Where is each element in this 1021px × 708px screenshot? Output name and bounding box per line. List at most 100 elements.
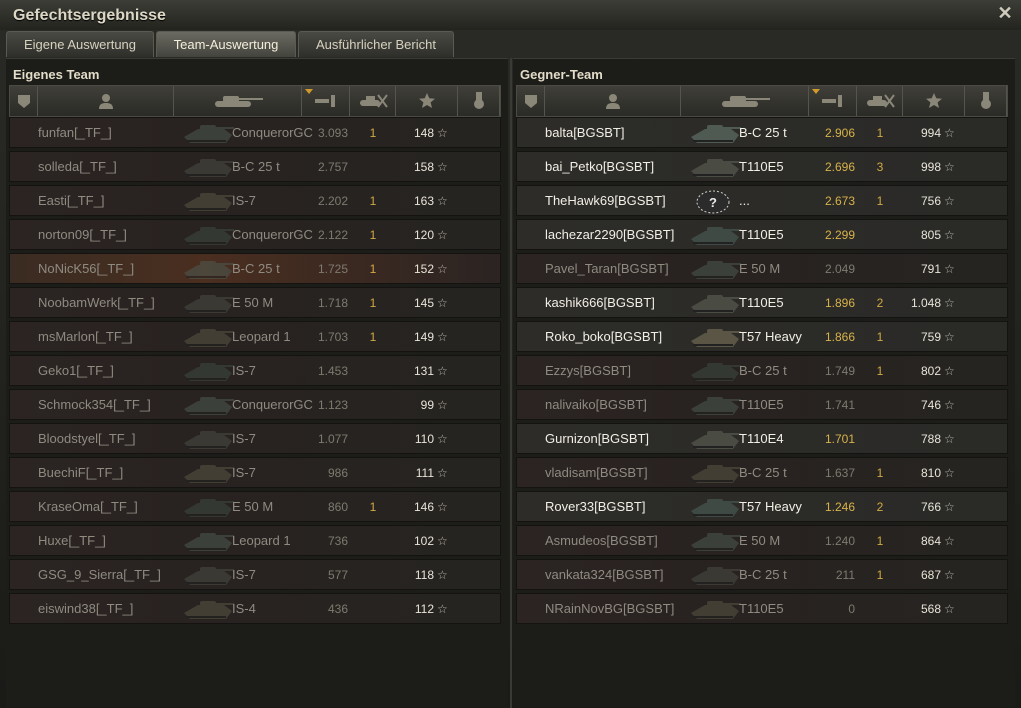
rating-value: 0 (848, 602, 855, 616)
tab-team-auswertung[interactable]: Team-Auswertung (156, 31, 296, 57)
column-header-medal[interactable] (965, 86, 1007, 116)
player-name: Pavel_Taran[BGSBT] (545, 261, 669, 276)
player-row[interactable]: eiswind38[_TF_] IS-4 436 112 ☆ (9, 593, 501, 624)
column-header-xp-star[interactable] (396, 86, 458, 116)
rating-value: 986 (327, 466, 348, 480)
player-row[interactable]: Asmudeos[BGSBT] E 50 M 1.240 1 864 ☆ (516, 525, 1008, 556)
column-header-medal[interactable] (458, 86, 500, 116)
player-row[interactable]: BuechiF[_TF_] IS-7 986 111 ☆ (9, 457, 501, 488)
player-name: NoobamWerk[_TF_] (38, 295, 155, 310)
player-row[interactable]: Gurnizon[BGSBT] T110E4 1.701 788 ☆ (516, 423, 1008, 454)
player-row[interactable]: vankata324[BGSBT] B-C 25 t 211 1 687 ☆ (516, 559, 1008, 590)
tab-ausfuehrlicher-bericht[interactable]: Ausführlicher Bericht (298, 31, 454, 57)
player-row[interactable]: TheHawk69[BGSBT]?... 2.673 1 756 ☆ (516, 185, 1008, 216)
player-row[interactable]: vladisam[BGSBT] B-C 25 t 1.637 1 810 ☆ (516, 457, 1008, 488)
player-row[interactable]: Pavel_Taran[BGSBT] E 50 M 2.049 791 ☆ (516, 253, 1008, 284)
player-row[interactable]: NRainNovBG[BGSBT] T110E5 0 568 ☆ (516, 593, 1008, 624)
player-row[interactable]: Rover33[BGSBT] T57 Heavy 1.246 2 766 ☆ (516, 491, 1008, 522)
column-header-tank[interactable] (174, 86, 302, 116)
player-row[interactable]: balta[BGSBT] B-C 25 t 2.906 1 994 ☆ (516, 117, 1008, 148)
player-row[interactable]: bai_Petko[BGSBT] T110E5 2.696 3 998 ☆ (516, 151, 1008, 182)
vehicle-name: T110E5 (739, 227, 784, 242)
player-row[interactable]: KraseOma[_TF_] E 50 M 860 1 146 ☆ (9, 491, 501, 522)
player-row[interactable]: msMarlon[_TF_] Leopard 1 1.703 1 149 ☆ (9, 321, 501, 352)
kills-value: 3 (876, 160, 884, 174)
tank-thumbnail-icon (685, 595, 743, 623)
column-header-player[interactable] (545, 86, 681, 116)
tank-thumbnail-icon (178, 561, 236, 589)
xp-star-icon: ☆ (944, 194, 955, 208)
rating-value: 2.673 (824, 194, 855, 208)
player-name: Easti[_TF_] (38, 193, 105, 208)
close-icon[interactable]: ✕ (996, 4, 1014, 22)
player-row[interactable]: kashik666[BGSBT] T110E5 1.896 2 1.048 ☆ (516, 287, 1008, 318)
column-header-squad[interactable] (10, 86, 38, 116)
player-row[interactable]: Ezzys[BGSBT] B-C 25 t 1.749 1 802 ☆ (516, 355, 1008, 386)
column-header-xp-star[interactable] (903, 86, 965, 116)
player-row[interactable]: norton09[_TF_] ConquerorGC 2.122 1 120 ☆ (9, 219, 501, 250)
kills-value: 2 (876, 296, 884, 310)
player-row[interactable]: lachezar2290[BGSBT] T110E5 2.299 805 ☆ (516, 219, 1008, 250)
player-name: nalivaiko[BGSBT] (545, 397, 647, 412)
tank-thumbnail-icon (178, 323, 236, 351)
player-row[interactable]: Bloodstyel[_TF_] IS-7 1.077 110 ☆ (9, 423, 501, 454)
player-name: NoNicK56[_TF_] (38, 261, 135, 276)
xp-value: 149 (413, 330, 434, 344)
vehicle-name: Leopard 1 (232, 533, 291, 548)
player-row[interactable]: funfan[_TF_] ConquerorGC 3.093 1 148 ☆ (9, 117, 501, 148)
player-row[interactable]: GSG_9_Sierra[_TF_] IS-7 577 118 ☆ (9, 559, 501, 590)
xp-star-icon: ☆ (944, 296, 955, 310)
rating-value: 2.299 (824, 228, 855, 242)
player-row[interactable]: nalivaiko[BGSBT] T110E5 1.741 746 ☆ (516, 389, 1008, 420)
column-header-player[interactable] (38, 86, 174, 116)
kills-value: 1 (369, 296, 377, 310)
column-header-kills[interactable] (857, 86, 903, 116)
vehicle-name: IS-7 (232, 567, 256, 582)
xp-star-icon: ☆ (437, 398, 448, 412)
column-header-kills[interactable] (350, 86, 396, 116)
unknown-tank-icon: ? (685, 187, 743, 215)
kills-value: 1 (876, 364, 884, 378)
tank-thumbnail-icon (685, 255, 743, 283)
xp-star-icon: ☆ (437, 126, 448, 140)
sort-desc-icon (305, 89, 313, 94)
player-name: solleda[_TF_] (38, 159, 117, 174)
player-row[interactable]: Roko_boko[BGSBT] T57 Heavy 1.866 1 759 ☆ (516, 321, 1008, 352)
xp-star-icon: ☆ (944, 534, 955, 548)
kills-value: 1 (369, 330, 377, 344)
kills-value: 1 (369, 228, 377, 242)
column-header-tank[interactable] (681, 86, 809, 116)
xp-value: 163 (413, 194, 434, 208)
rating-value: 1.701 (824, 432, 855, 446)
vehicle-name: ... (739, 193, 750, 208)
player-row[interactable]: solleda[_TF_] B-C 25 t 2.757 158 ☆ (9, 151, 501, 182)
xp-value: 994 (920, 126, 941, 140)
player-row[interactable]: Easti[_TF_] IS-7 2.202 1 163 ☆ (9, 185, 501, 216)
player-row[interactable]: Schmock354[_TF_] ConquerorGC 1.123 99 ☆ (9, 389, 501, 420)
player-row[interactable]: NoNicK56[_TF_] B-C 25 t 1.725 1 152 ☆ (9, 253, 501, 284)
player-name: Geko1[_TF_] (38, 363, 114, 378)
column-header-rating[interactable] (302, 86, 350, 116)
vehicle-name: T110E5 (739, 397, 784, 412)
own-team-title: Eigenes Team (13, 67, 100, 82)
window-title: Gefechtsergebnisse (13, 7, 166, 24)
xp-star-icon: ☆ (437, 330, 448, 344)
player-row[interactable]: Geko1[_TF_] IS-7 1.453 131 ☆ (9, 355, 501, 386)
tank-thumbnail-icon (685, 425, 743, 453)
xp-value: 110 (414, 432, 434, 446)
player-name: msMarlon[_TF_] (38, 329, 133, 344)
rating-value: 2.696 (824, 160, 855, 174)
vehicle-name: B-C 25 t (232, 159, 280, 174)
column-header-squad[interactable] (517, 86, 545, 116)
xp-value: 687 (920, 568, 941, 582)
xp-value: 111 (415, 466, 434, 480)
player-row[interactable]: Huxe[_TF_] Leopard 1 736 102 ☆ (9, 525, 501, 556)
tank-thumbnail-icon (178, 391, 236, 419)
xp-value: 791 (920, 262, 941, 276)
tab-eigene-auswertung[interactable]: Eigene Auswertung (6, 31, 154, 57)
kills-value: 1 (876, 466, 884, 480)
xp-star-icon: ☆ (944, 364, 955, 378)
player-row[interactable]: NoobamWerk[_TF_] E 50 M 1.718 1 145 ☆ (9, 287, 501, 318)
column-header-rating[interactable] (809, 86, 857, 116)
rating-value: 436 (327, 602, 348, 616)
